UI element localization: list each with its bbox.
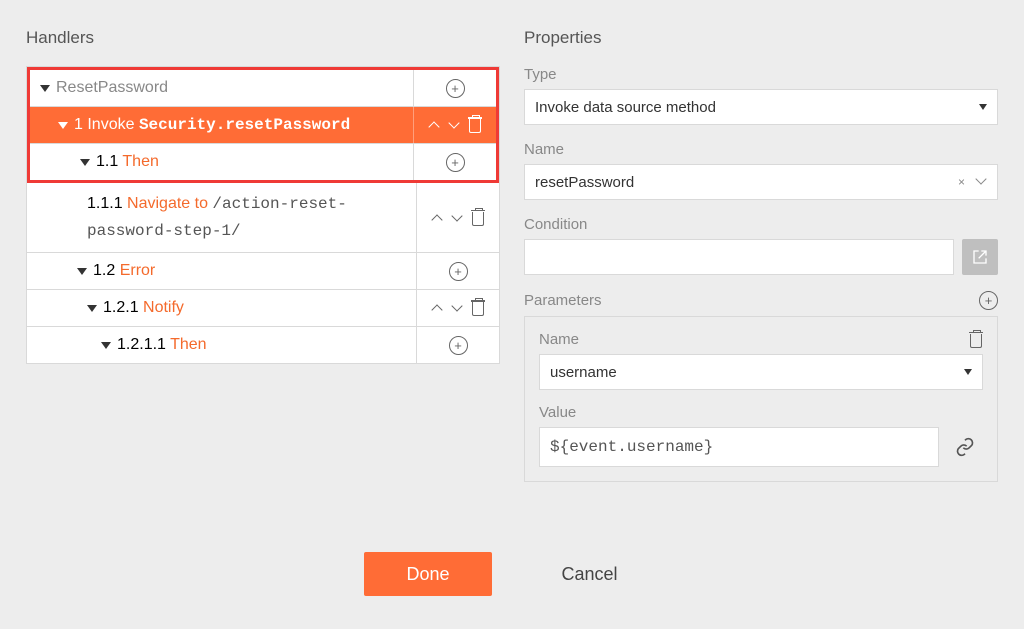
caret-icon[interactable] (40, 85, 50, 92)
delete-icon[interactable] (471, 300, 485, 316)
tree-row-navigate[interactable]: 1.1.1 Navigate to /action-reset-password… (27, 183, 499, 253)
move-down-icon[interactable] (451, 212, 463, 224)
name-combobox[interactable]: resetPassword × (524, 164, 998, 200)
parameter-block: Name username Value ${event.username} (524, 316, 998, 482)
expand-condition-button[interactable] (962, 239, 998, 275)
highlighted-region: ResetPassword + 1 Invoke Security.resetP… (27, 67, 499, 183)
properties-title: Properties (524, 28, 998, 48)
move-down-icon[interactable] (448, 119, 460, 131)
row-text: 1.2.1 Notify (103, 299, 184, 317)
caret-icon[interactable] (77, 268, 87, 275)
done-button[interactable]: Done (364, 552, 491, 596)
caret-icon[interactable] (101, 342, 111, 349)
cancel-button[interactable]: Cancel (520, 552, 660, 596)
add-icon[interactable]: + (446, 79, 465, 98)
clear-icon[interactable]: × (958, 175, 965, 189)
tree-row-notify[interactable]: 1.2.1 Notify (27, 290, 499, 327)
name-label: Name (524, 141, 998, 158)
type-select[interactable]: Invoke data source method (524, 89, 998, 125)
tree-row-then-1211[interactable]: 1.2.1.1 Then + (27, 327, 499, 363)
row-text: ResetPassword (56, 79, 168, 97)
condition-label: Condition (524, 216, 998, 233)
move-up-icon[interactable] (431, 302, 443, 314)
handlers-title: Handlers (26, 28, 500, 48)
tree-row-then-1-1[interactable]: 1.1 Then + (30, 144, 496, 180)
row-text: 1.1.1 Navigate to /action-reset-password… (87, 191, 410, 244)
caret-icon[interactable] (87, 305, 97, 312)
tree-row-invoke[interactable]: 1 Invoke Security.resetPassword (30, 107, 496, 144)
row-text: 1.2 Error (93, 262, 155, 280)
add-icon[interactable]: + (446, 153, 465, 172)
link-icon[interactable] (955, 437, 975, 457)
delete-parameter-button[interactable] (969, 332, 983, 348)
delete-icon[interactable] (471, 210, 485, 226)
add-icon[interactable]: + (449, 336, 468, 355)
move-down-icon[interactable] (451, 302, 463, 314)
row-text: 1 Invoke Security.resetPassword (74, 116, 350, 134)
handlers-tree: ResetPassword + 1 Invoke Security.resetP… (26, 66, 500, 364)
param-value-label: Value (539, 404, 983, 421)
add-parameter-button[interactable]: + (979, 291, 998, 310)
delete-icon[interactable] (468, 117, 482, 133)
param-name-select[interactable]: username (539, 354, 983, 390)
row-text: 1.2.1.1 Then (117, 336, 207, 354)
chevron-down-icon[interactable] (975, 175, 987, 187)
row-text: 1.1 Then (96, 153, 159, 171)
param-name-label: Name (539, 331, 579, 348)
tree-row-error[interactable]: 1.2 Error + (27, 253, 499, 290)
caret-icon[interactable] (80, 159, 90, 166)
caret-icon[interactable] (58, 122, 68, 129)
move-up-icon[interactable] (431, 212, 443, 224)
add-icon[interactable]: + (449, 262, 468, 281)
parameters-label: Parameters (524, 292, 602, 309)
tree-row-root[interactable]: ResetPassword + (30, 70, 496, 107)
param-value-input[interactable]: ${event.username} (539, 427, 939, 467)
condition-input[interactable] (524, 239, 954, 275)
move-up-icon[interactable] (428, 119, 440, 131)
type-label: Type (524, 66, 998, 83)
